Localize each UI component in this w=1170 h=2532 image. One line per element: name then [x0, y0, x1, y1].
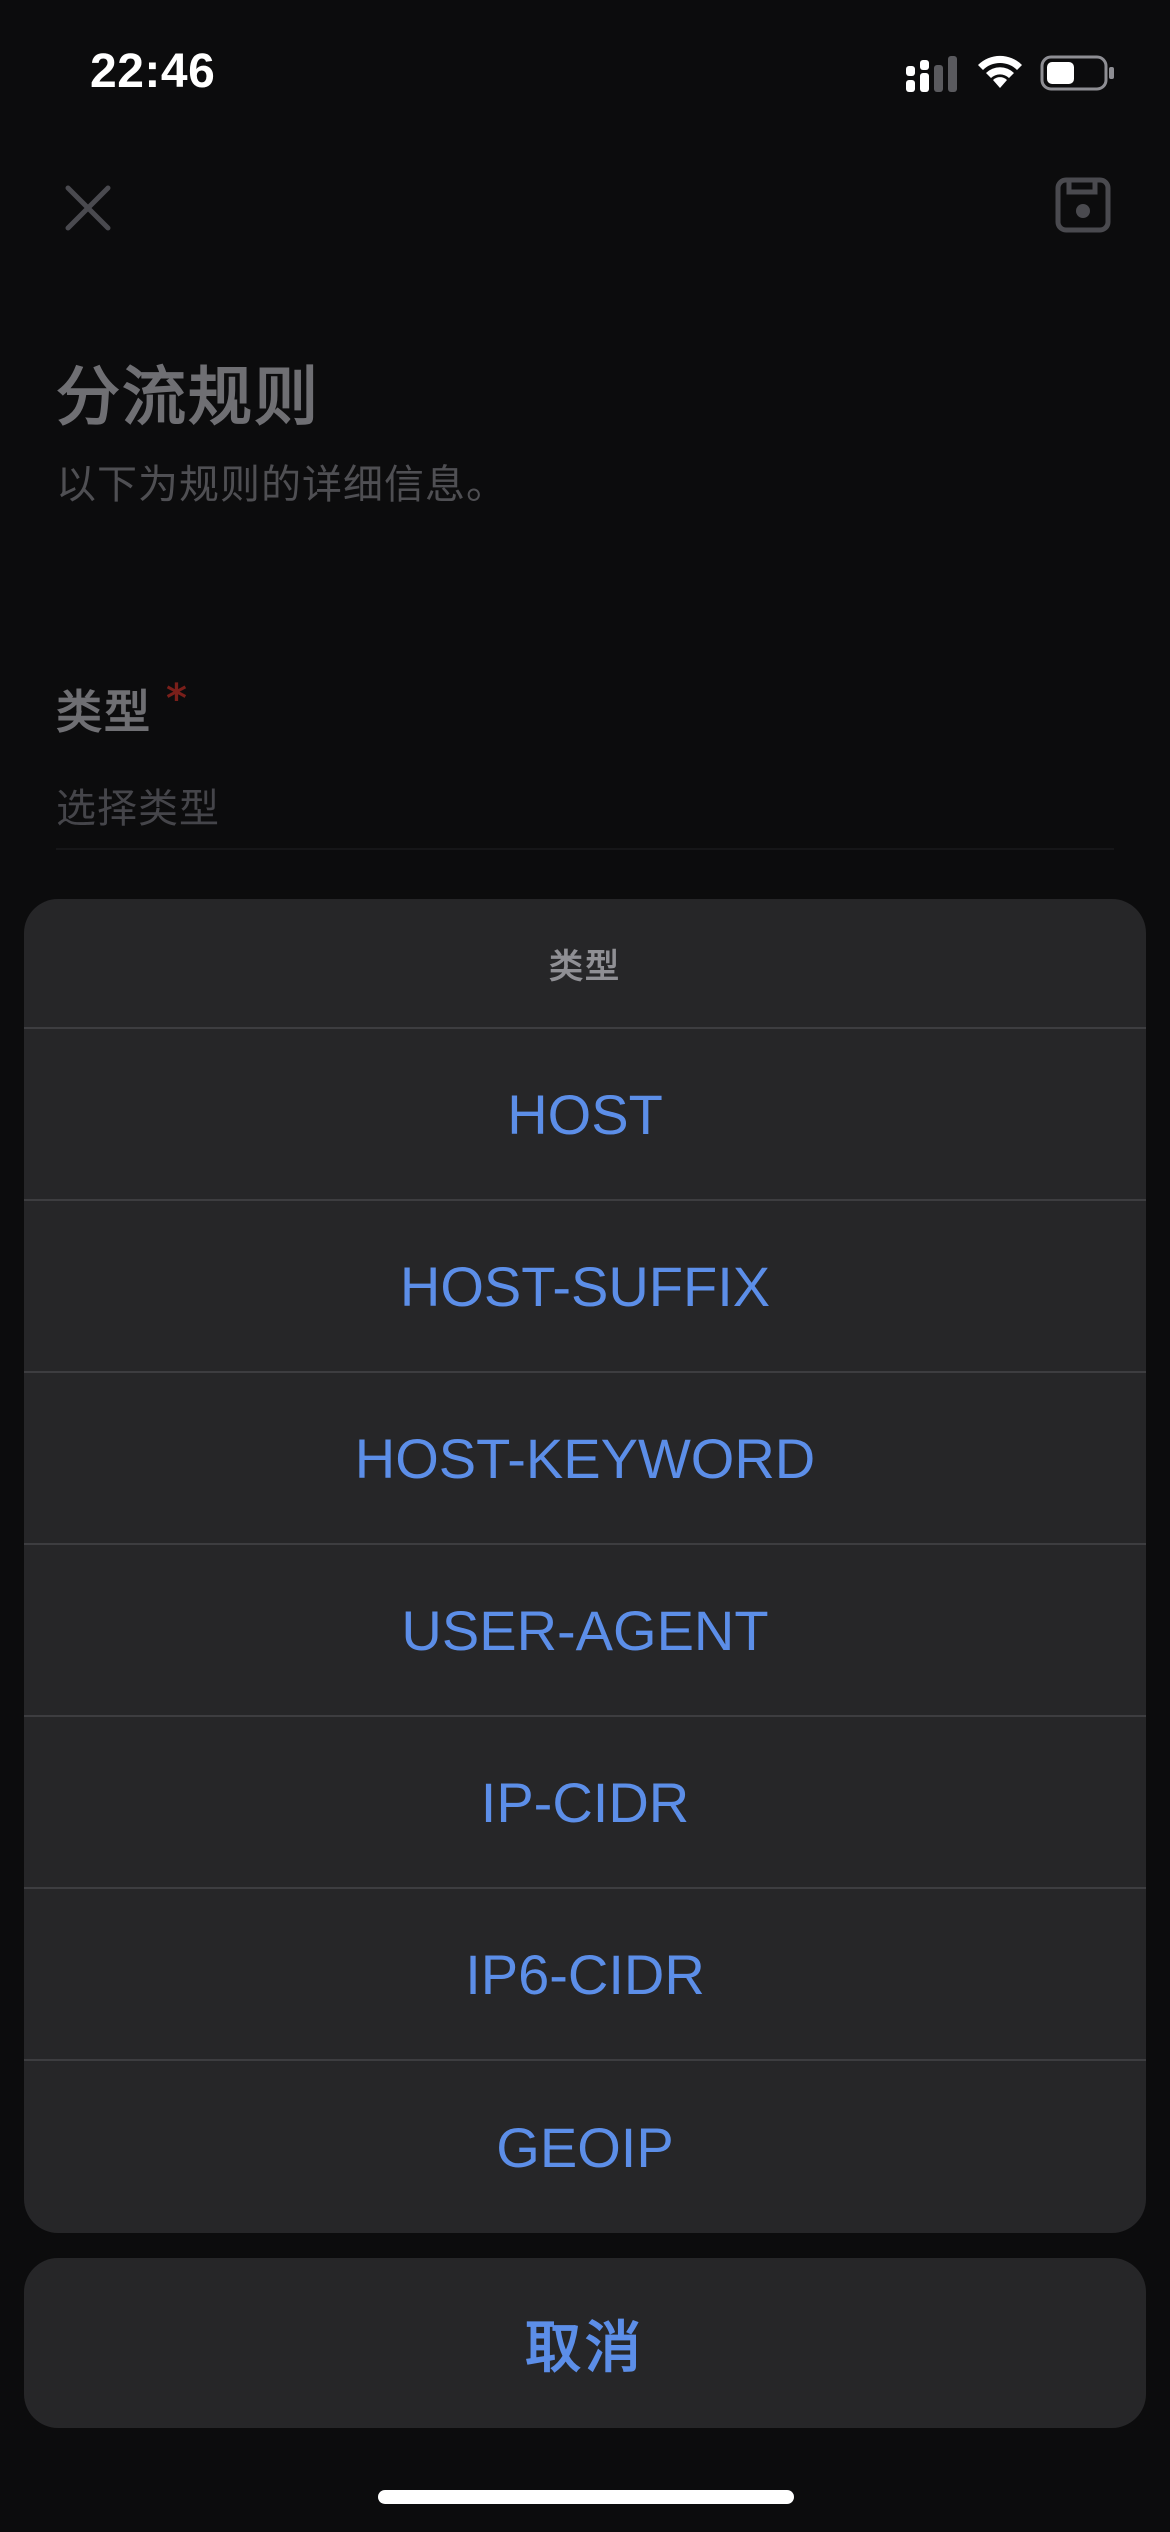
required-mark: * — [166, 676, 189, 722]
close-button[interactable] — [56, 176, 120, 240]
option-host[interactable]: HOST — [24, 1029, 1146, 1201]
save-button[interactable] — [1050, 172, 1116, 238]
cellular-signal-icon — [906, 56, 957, 92]
page-title: 分流规则 — [56, 361, 320, 435]
screen: 22:46 分流规则 以下为规则的详细信息。 类型 * 选择类型 类型 HOST… — [0, 0, 1170, 2532]
action-sheet-title: 类型 — [24, 899, 1146, 1029]
type-select-field[interactable]: 选择类型 — [56, 776, 220, 834]
option-ip6-cidr[interactable]: IP6-CIDR — [24, 1889, 1146, 2061]
type-field-label: 类型 * — [56, 676, 189, 742]
save-icon — [1055, 177, 1111, 233]
home-indicator[interactable] — [378, 2490, 794, 2504]
option-user-agent[interactable]: USER-AGENT — [24, 1545, 1146, 1717]
page-subtitle: 以下为规则的详细信息。 — [56, 462, 507, 508]
status-bar: 22:46 — [0, 0, 1170, 150]
wifi-icon — [978, 55, 1022, 88]
option-host-keyword[interactable]: HOST-KEYWORD — [24, 1373, 1146, 1545]
type-field-label-text: 类型 — [56, 685, 152, 739]
battery-icon — [1040, 55, 1114, 91]
option-host-suffix[interactable]: HOST-SUFFIX — [24, 1201, 1146, 1373]
type-action-sheet: 类型 HOST HOST-SUFFIX HOST-KEYWORD USER-AG… — [24, 899, 1146, 2233]
option-geoip[interactable]: GEOIP — [24, 2061, 1146, 2233]
close-icon — [65, 185, 111, 231]
option-ip-cidr[interactable]: IP-CIDR — [24, 1717, 1146, 1889]
status-time: 22:46 — [90, 45, 216, 98]
cancel-button[interactable]: 取消 — [24, 2258, 1146, 2428]
field-underline — [56, 848, 1114, 850]
